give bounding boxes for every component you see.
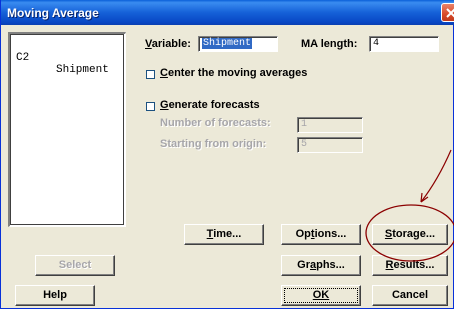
variable-label: Variable:: [145, 38, 191, 50]
graphs-text-b: phs...: [316, 259, 345, 271]
storage-rest: torage...: [392, 228, 436, 240]
ok-button[interactable]: OK: [281, 285, 361, 306]
variable-value: Shipment: [202, 38, 253, 49]
close-button[interactable]: [441, 3, 454, 22]
forecasts-label-rest: enerate forecasts: [168, 99, 260, 111]
starting-origin-value: 5: [301, 139, 308, 150]
options-text-b: ions...: [314, 228, 347, 240]
list-item[interactable]: C2 Shipment: [16, 40, 120, 88]
ok-label: OK: [312, 289, 330, 301]
window-title: Moving Average: [7, 6, 99, 20]
variable-label-rest: ariable:: [151, 38, 191, 50]
title-bar[interactable]: Moving Average: [1, 0, 454, 25]
close-icon: [446, 8, 454, 18]
storage-button[interactable]: Storage...: [372, 224, 448, 245]
center-label-mnemonic: C: [160, 67, 168, 79]
center-label: Center the moving averages: [160, 67, 307, 79]
options-text-a: Op: [295, 228, 311, 240]
number-of-forecasts-field[interactable]: 1: [297, 117, 363, 133]
select-button[interactable]: Select: [35, 255, 115, 276]
center-label-rest: enter the moving averages: [167, 67, 308, 79]
column-id: C2: [16, 52, 30, 64]
number-of-forecasts-value: 1: [301, 119, 308, 130]
help-button[interactable]: Help: [15, 285, 95, 306]
graphs-button[interactable]: Graphs...: [281, 255, 361, 276]
annotation-arrowhead: [420, 192, 429, 203]
ma-length-value: 4: [373, 38, 380, 49]
results-rest: esults...: [393, 259, 435, 271]
cancel-button[interactable]: Cancel: [372, 285, 448, 306]
column-name: Shipment: [56, 64, 109, 76]
annotation-arrow-icon: [420, 149, 452, 203]
ma-length-label: MA length:: [301, 38, 358, 50]
starting-origin-field[interactable]: 5: [297, 137, 363, 153]
time-button[interactable]: Time...: [184, 224, 264, 245]
results-button[interactable]: Results...: [372, 255, 448, 276]
time-rest: ime...: [213, 228, 242, 240]
options-button[interactable]: Options...: [281, 224, 361, 245]
columns-listbox[interactable]: C2 Shipment: [8, 32, 126, 227]
ma-length-field[interactable]: 4: [369, 36, 439, 52]
variable-label-mnemonic: V: [145, 38, 152, 50]
variable-field[interactable]: Shipment: [198, 36, 278, 52]
center-checkbox[interactable]: [146, 70, 155, 79]
starting-origin-label: Starting from origin:: [160, 138, 267, 150]
forecasts-label-mnemonic: G: [160, 99, 169, 111]
graphs-text-a: Gr: [297, 259, 310, 271]
number-of-forecasts-label: Number of forecasts:: [160, 117, 271, 129]
forecasts-label: Generate forecasts: [160, 99, 260, 111]
forecasts-checkbox[interactable]: [146, 102, 155, 111]
moving-average-dialog: Moving Average C2 Shipment Variable: Shi…: [0, 0, 454, 309]
